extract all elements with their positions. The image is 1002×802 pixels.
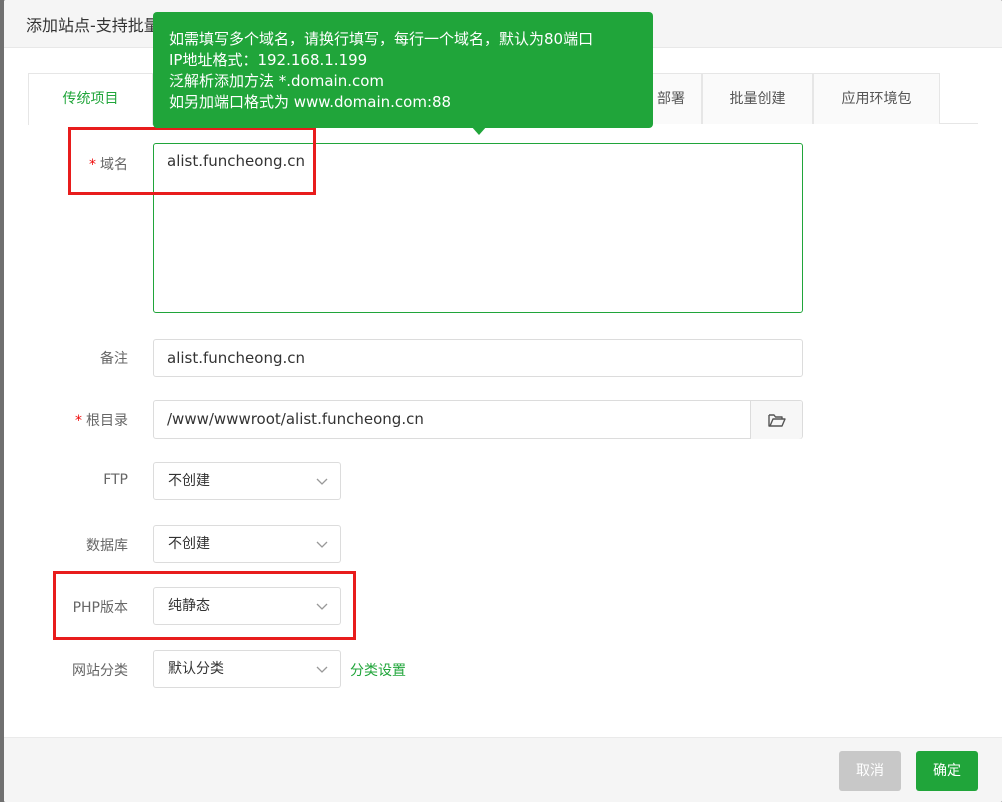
root-dir-label: * 根目录 <box>75 413 128 429</box>
remark-label: 备注 <box>100 351 128 367</box>
add-site-dialog: 添加站点-支持批量建站 传统项目 部署 批量创建 应用环境包 * 域名 alist… <box>4 0 1002 802</box>
tooltip-line: 如另加端口格式为 www.domain.com:88 <box>169 93 452 111</box>
confirm-button[interactable]: 确定 <box>916 751 978 791</box>
tooltip-line: IP地址格式：192.168.1.199 <box>169 51 368 69</box>
close-icon[interactable] <box>972 0 1002 30</box>
database-select[interactable]: 不创建 <box>153 525 341 563</box>
tooltip-arrow <box>471 126 487 135</box>
dialog-footer: 取消 确定 <box>4 737 1002 802</box>
site-category-select[interactable]: 默认分类 <box>153 650 341 688</box>
remark-input[interactable]: alist.funcheong.cn <box>153 339 803 377</box>
chevron-down-icon <box>316 478 328 485</box>
ftp-select[interactable]: 不创建 <box>153 462 341 500</box>
cancel-button[interactable]: 取消 <box>839 751 901 791</box>
root-dir-input[interactable]: /www/wwwroot/alist.funcheong.cn <box>153 400 803 439</box>
browse-folder-button[interactable] <box>750 401 802 439</box>
annotation-box-domain <box>68 127 316 195</box>
tooltip-line: 泛解析添加方法 *.domain.com <box>169 72 385 90</box>
chevron-down-icon <box>316 541 328 548</box>
category-settings-link[interactable]: 分类设置 <box>350 660 406 680</box>
ftp-label: FTP <box>103 472 128 488</box>
annotation-box-php <box>53 571 356 640</box>
tab-traditional-project[interactable]: 传统项目 <box>28 73 153 125</box>
tab-app-env-package[interactable]: 应用环境包 <box>813 73 940 124</box>
chevron-down-icon <box>316 666 328 673</box>
domain-help-tooltip: 如需填写多个域名，请换行填写，每行一个域名，默认为80端口 IP地址格式：192… <box>153 12 653 135</box>
tab-batch-create[interactable]: 批量创建 <box>702 73 813 124</box>
site-category-label: 网站分类 <box>72 663 128 679</box>
database-label: 数据库 <box>86 538 128 554</box>
folder-icon <box>768 414 786 427</box>
tooltip-line: 如需填写多个域名，请换行填写，每行一个域名，默认为80端口 <box>169 30 594 48</box>
